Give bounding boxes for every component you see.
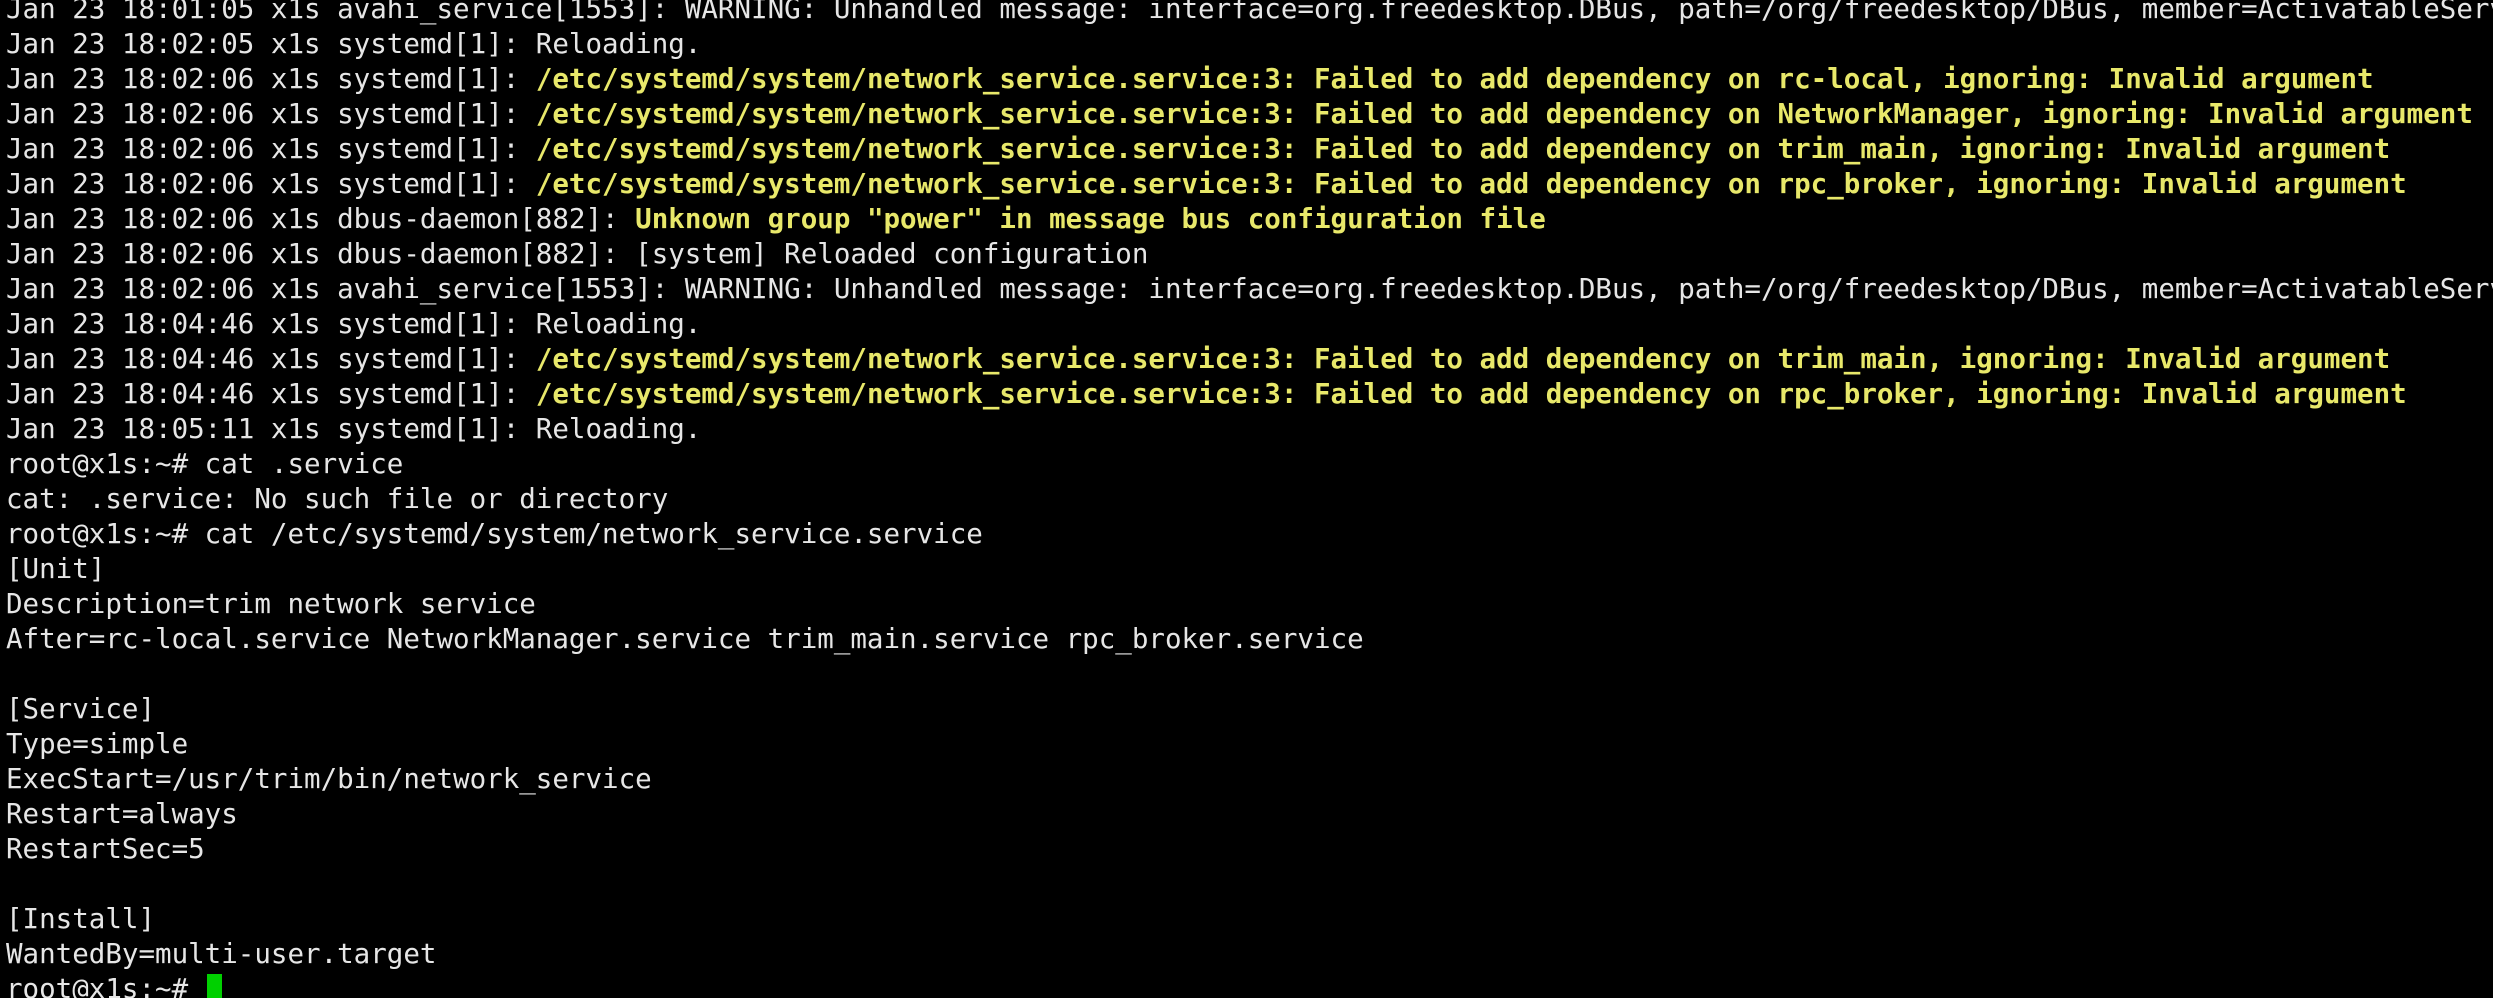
terminal-line: root@x1s:~# cat .service	[6, 447, 2493, 482]
line-highlight-text: /etc/systemd/system/network_service.serv…	[535, 133, 2391, 165]
line-highlight-text: /etc/systemd/system/network_service.serv…	[535, 63, 2374, 95]
line-text: Jan 23 18:04:46 x1s systemd[1]: Reloadin…	[6, 308, 702, 340]
terminal-line: Description=trim network service	[6, 587, 2493, 622]
line-text: Jan 23 18:02:06 x1s dbus-daemon[882]: [s…	[6, 238, 1149, 270]
terminal-cursor[interactable]	[206, 974, 222, 998]
line-text: root@x1s:~# cat /etc/systemd/system/netw…	[6, 518, 983, 550]
line-text: Jan 23 18:02:06 x1s avahi_service[1553]:…	[6, 273, 2493, 305]
terminal-line: ExecStart=/usr/trim/bin/network_service	[6, 762, 2493, 797]
terminal-line: Jan 23 18:04:46 x1s systemd[1]: /etc/sys…	[6, 342, 2493, 377]
line-text: Type=simple	[6, 728, 189, 760]
line-text: Jan 23 18:02:06 x1s dbus-daemon[882]:	[6, 203, 636, 235]
line-text: Restart=always	[6, 798, 238, 830]
terminal-line: Jan 23 18:05:11 x1s systemd[1]: Reloadin…	[6, 412, 2493, 447]
line-text: root@x1s:~# cat .service	[6, 448, 404, 480]
line-text: [Unit]	[6, 553, 106, 585]
terminal-line: Jan 23 18:04:46 x1s systemd[1]: Reloadin…	[6, 307, 2493, 342]
line-text: Jan 23 18:02:06 x1s systemd[1]:	[6, 133, 536, 165]
line-highlight-text: Unknown group "power" in message bus con…	[635, 203, 1546, 235]
line-highlight-text: /etc/systemd/system/network_service.serv…	[535, 168, 2407, 200]
terminal-line: cat: .service: No such file or directory	[6, 482, 2493, 517]
terminal-line: Jan 23 18:02:06 x1s dbus-daemon[882]: [s…	[6, 237, 2493, 272]
line-text: Jan 23 18:04:46 x1s systemd[1]:	[6, 378, 536, 410]
line-text: Jan 23 18:02:05 x1s systemd[1]: Reloadin…	[6, 28, 702, 60]
line-text: WantedBy=multi-user.target	[6, 938, 437, 970]
terminal-line: Jan 23 18:02:06 x1s systemd[1]: /etc/sys…	[6, 97, 2493, 132]
terminal-line: Jan 23 18:02:06 x1s systemd[1]: /etc/sys…	[6, 132, 2493, 167]
line-text: RestartSec=5	[6, 833, 205, 865]
terminal-line: Jan 23 18:01:05 x1s avahi_service[1553]:…	[6, 0, 2493, 27]
line-text: Description=trim network service	[6, 588, 536, 620]
line-text: After=rc-local.service NetworkManager.se…	[6, 623, 1364, 655]
terminal-line: Jan 23 18:02:06 x1s systemd[1]: /etc/sys…	[6, 167, 2493, 202]
terminal-line: [Install]	[6, 902, 2493, 937]
terminal-line: Restart=always	[6, 797, 2493, 832]
terminal-line: WantedBy=multi-user.target	[6, 937, 2493, 972]
line-text: [Install]	[6, 903, 156, 935]
terminal-line: Jan 23 18:02:06 x1s systemd[1]: /etc/sys…	[6, 62, 2493, 97]
line-text: Jan 23 18:04:46 x1s systemd[1]:	[6, 343, 536, 375]
line-highlight-text: /etc/systemd/system/network_service.serv…	[535, 378, 2407, 410]
terminal-line: After=rc-local.service NetworkManager.se…	[6, 622, 2493, 657]
line-highlight-text: /etc/systemd/system/network_service.serv…	[535, 98, 2473, 130]
line-text: Jan 23 18:01:05 x1s avahi_service[1553]:…	[6, 0, 2493, 25]
line-text: cat: .service: No such file or directory	[6, 483, 669, 515]
terminal-line: Jan 23 18:02:06 x1s dbus-daemon[882]: Un…	[6, 202, 2493, 237]
line-text: Jan 23 18:02:06 x1s systemd[1]:	[6, 168, 536, 200]
line-text: Jan 23 18:02:06 x1s systemd[1]:	[6, 63, 536, 95]
terminal-line: Jan 23 18:04:46 x1s systemd[1]: /etc/sys…	[6, 377, 2493, 412]
line-text: root@x1s:~#	[6, 973, 205, 998]
terminal-line: [Service]	[6, 692, 2493, 727]
terminal-output: Jan 23 18:01:05 x1s avahi_service[1553]:…	[6, 0, 2493, 998]
terminal-line: RestartSec=5	[6, 832, 2493, 867]
line-text: ExecStart=/usr/trim/bin/network_service	[6, 763, 652, 795]
terminal-line: root@x1s:~#	[6, 972, 2493, 998]
terminal-line: root@x1s:~# cat /etc/systemd/system/netw…	[6, 517, 2493, 552]
terminal-window[interactable]: Jan 23 18:01:05 x1s avahi_service[1553]:…	[0, 0, 2493, 998]
line-text: Jan 23 18:05:11 x1s systemd[1]: Reloadin…	[6, 413, 702, 445]
line-highlight-text: /etc/systemd/system/network_service.serv…	[535, 343, 2391, 375]
terminal-line: Jan 23 18:02:05 x1s systemd[1]: Reloadin…	[6, 27, 2493, 62]
line-text: [Service]	[6, 693, 156, 725]
line-text: Jan 23 18:02:06 x1s systemd[1]:	[6, 98, 536, 130]
terminal-line: Type=simple	[6, 727, 2493, 762]
terminal-line: [Unit]	[6, 552, 2493, 587]
terminal-line: Jan 23 18:02:06 x1s avahi_service[1553]:…	[6, 272, 2493, 307]
